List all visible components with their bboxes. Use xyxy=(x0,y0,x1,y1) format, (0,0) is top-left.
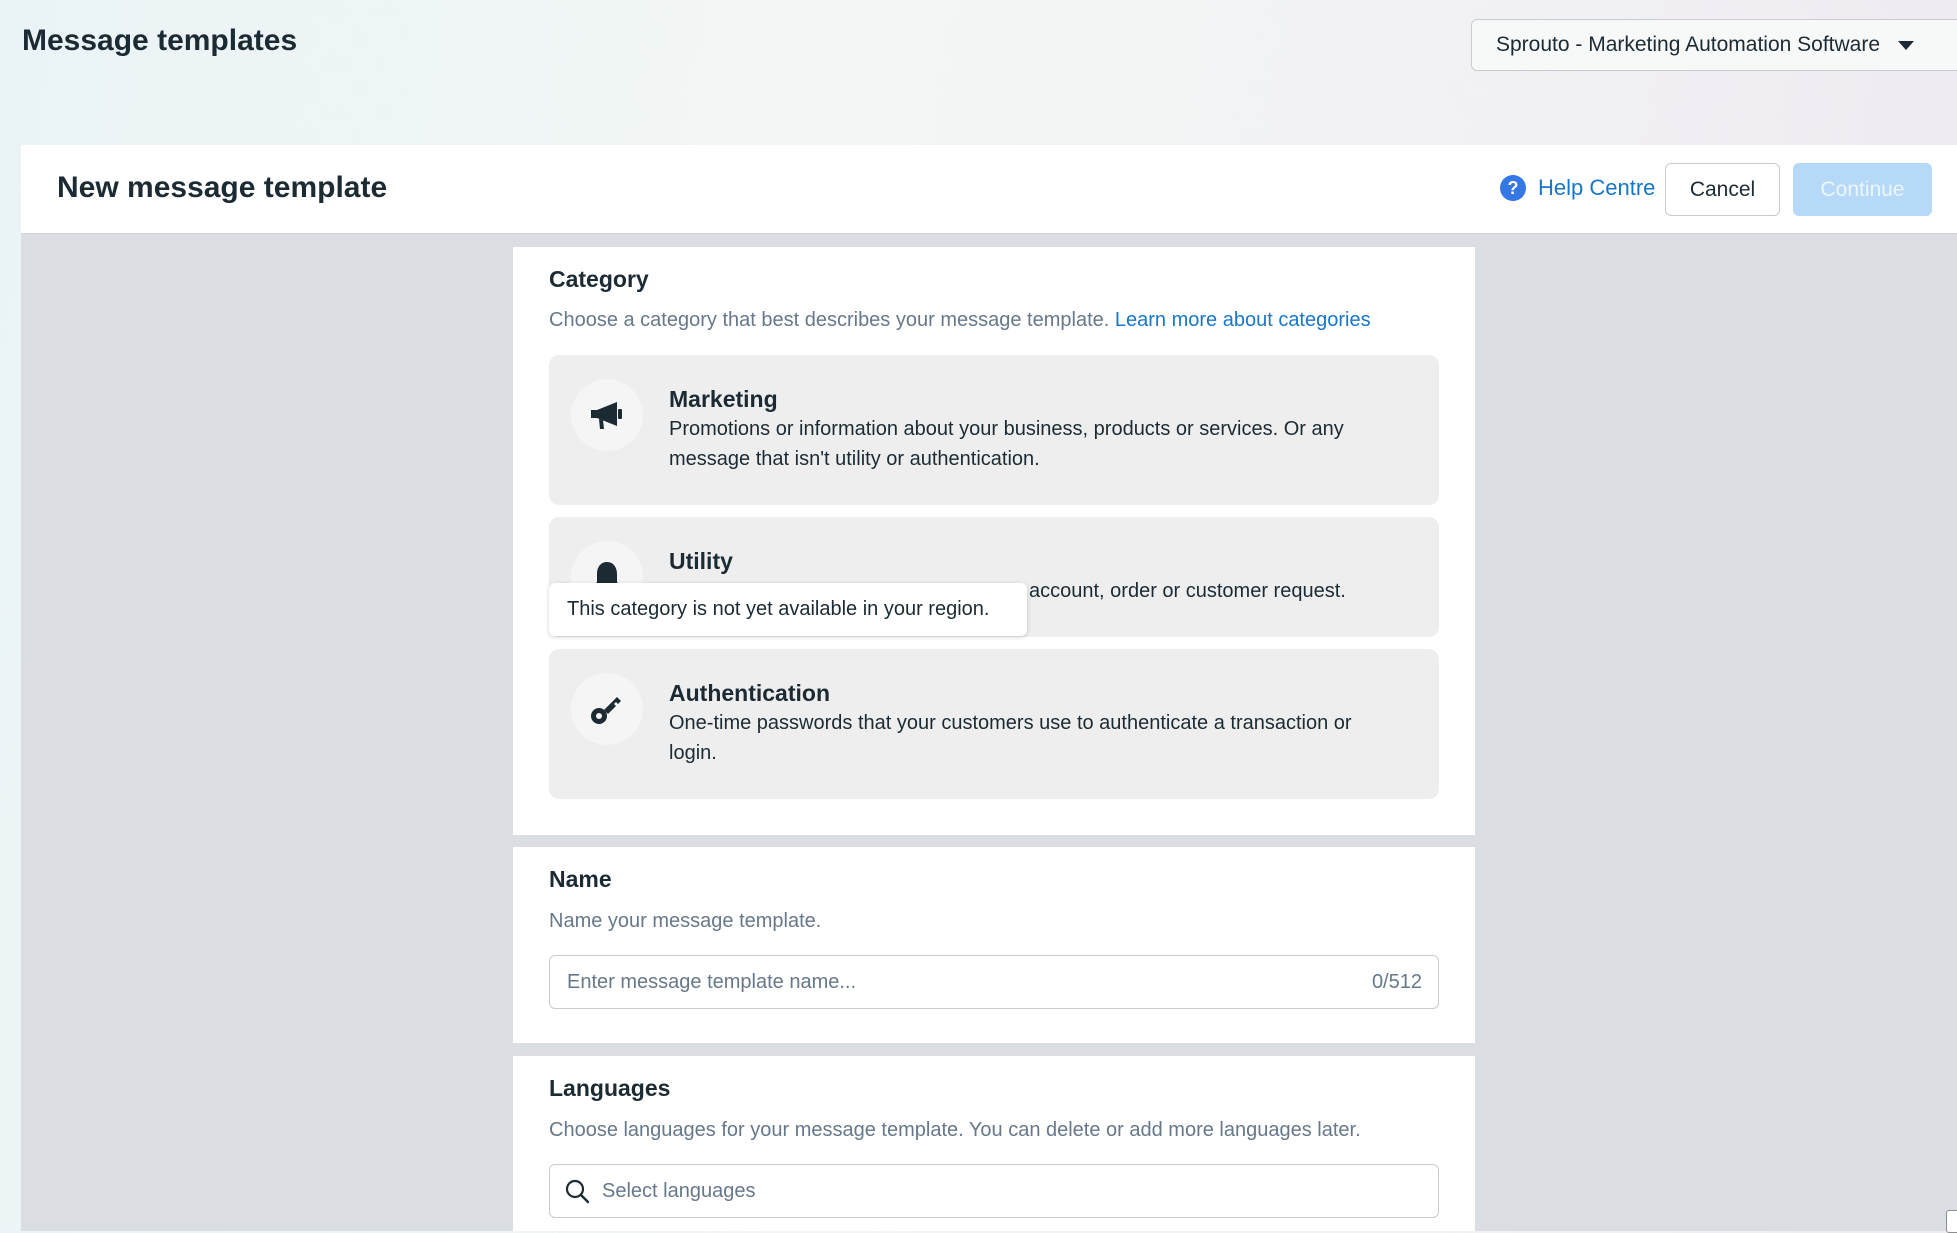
category-option-marketing[interactable]: Marketing Promotions or information abou… xyxy=(549,355,1439,505)
builder-title: New message template xyxy=(57,171,388,204)
question-icon: ? xyxy=(1500,175,1526,201)
character-counter: 0/512 xyxy=(1371,970,1422,993)
scroll-handle[interactable] xyxy=(1946,1210,1957,1233)
megaphone-icon xyxy=(571,379,643,451)
category-description-text: Choose a category that best describes yo… xyxy=(549,309,1110,331)
category-card: Category Choose a category that best des… xyxy=(513,247,1475,835)
builder-header: New message template ? Help Centre Cance… xyxy=(21,145,1957,234)
option-description-text: account, order or customer request. xyxy=(1029,580,1346,602)
template-name-field[interactable]: 0/512 xyxy=(549,955,1439,1009)
name-card: Name Name your message template. 0/512 xyxy=(513,847,1475,1043)
category-option-authentication[interactable]: Authentication One-time passwords that y… xyxy=(549,649,1439,799)
content-frame: New message template ? Help Centre Cance… xyxy=(21,145,1957,1231)
account-selector[interactable]: Sprouto - Marketing Automation Software xyxy=(1471,19,1957,71)
help-centre-link[interactable]: ? Help Centre xyxy=(1500,175,1655,201)
option-description: account, order or customer request. xyxy=(1029,576,1409,606)
template-name-input[interactable] xyxy=(550,969,1372,995)
page-header: Message templates Sprouto - Marketing Au… xyxy=(0,0,1957,145)
option-description: Promotions or information about your bus… xyxy=(669,418,1344,470)
help-centre-label: Help Centre xyxy=(1538,175,1656,200)
chevron-down-icon xyxy=(1898,40,1915,50)
key-icon xyxy=(571,673,643,745)
category-heading: Category xyxy=(549,266,649,292)
page-title: Message templates xyxy=(22,24,298,57)
option-title: Marketing xyxy=(669,386,778,412)
option-title: Utility xyxy=(669,548,733,574)
languages-description: Choose languages for your message templa… xyxy=(549,1119,1361,1141)
account-selector-label: Sprouto - Marketing Automation Software xyxy=(1496,33,1881,56)
languages-heading: Languages xyxy=(549,1075,671,1101)
search-icon xyxy=(564,1178,590,1204)
languages-card: Languages Choose languages for your mess… xyxy=(513,1056,1475,1231)
languages-search-input[interactable] xyxy=(590,1178,1438,1204)
option-description: One-time passwords that your customers u… xyxy=(669,712,1352,764)
region-unavailable-tooltip: This category is not yet available in yo… xyxy=(549,583,1027,636)
category-description: Choose a category that best describes yo… xyxy=(549,309,1371,332)
languages-select[interactable] xyxy=(549,1164,1439,1218)
cancel-button[interactable]: Cancel xyxy=(1665,163,1780,216)
option-title: Authentication xyxy=(669,680,830,706)
name-description: Name your message template. xyxy=(549,910,822,932)
learn-more-categories-link[interactable]: Learn more about categories xyxy=(1115,309,1371,331)
continue-button[interactable]: Continue xyxy=(1793,163,1932,216)
name-heading: Name xyxy=(549,866,612,892)
